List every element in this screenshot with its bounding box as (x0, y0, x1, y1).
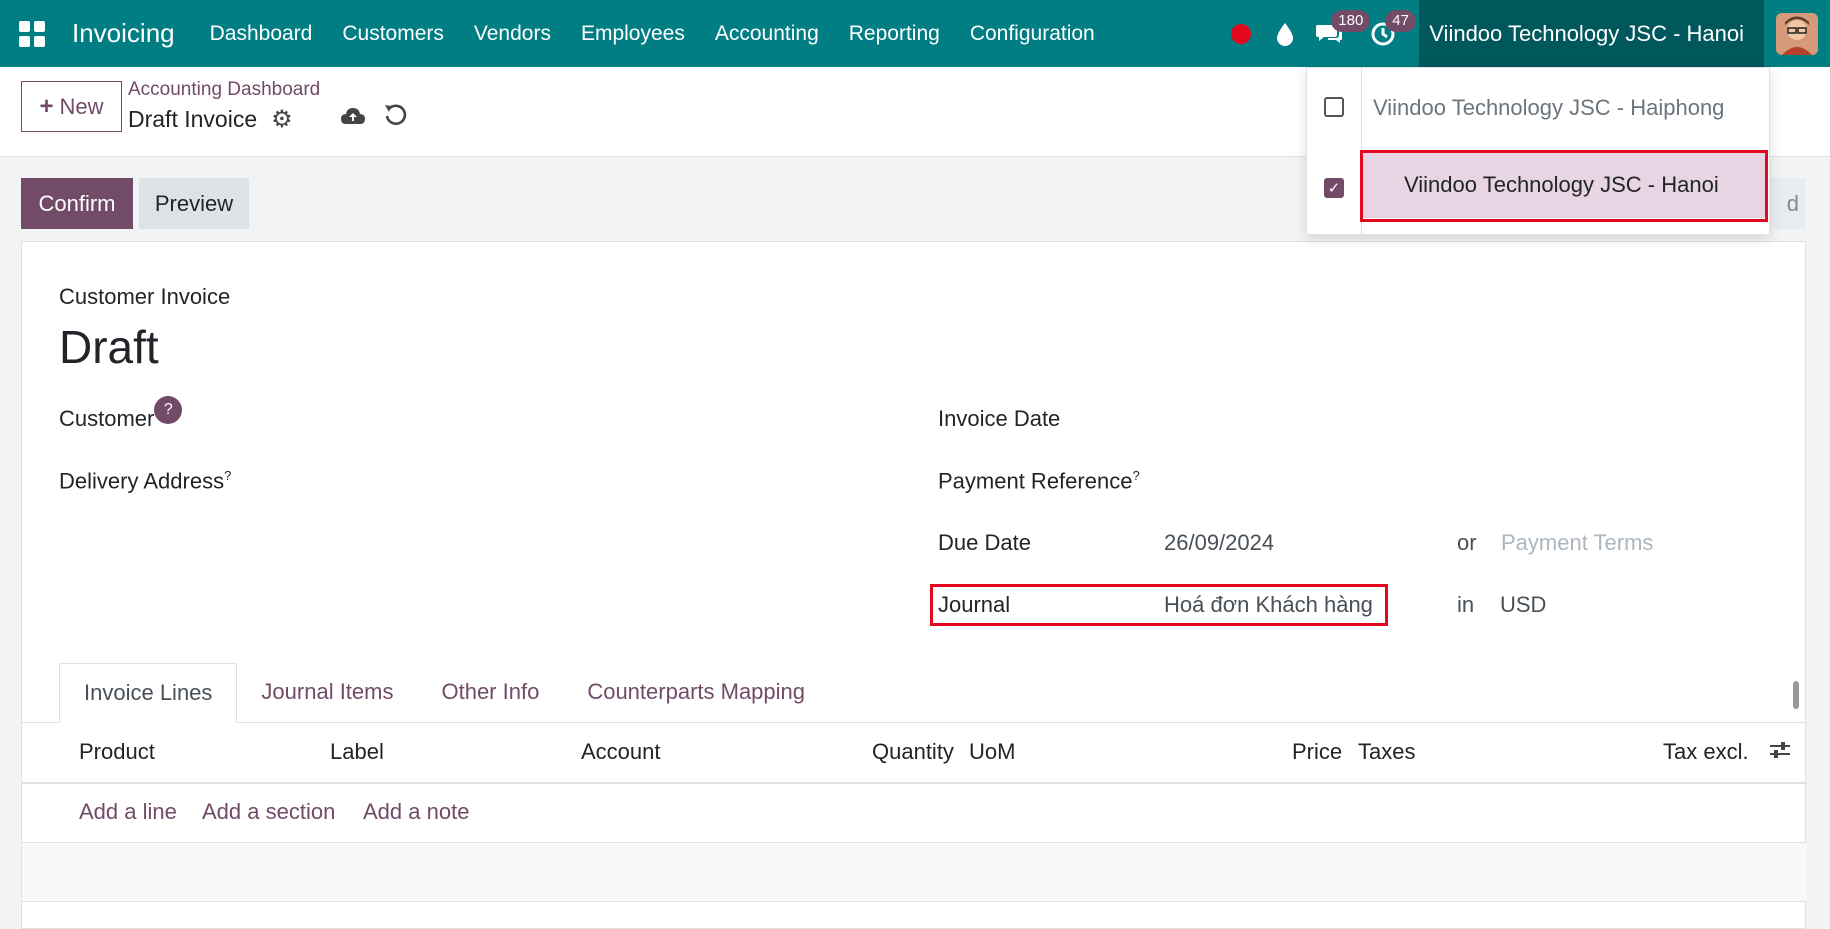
table-header-divider (22, 782, 1807, 784)
activities-clock-icon[interactable]: 47 (1361, 0, 1416, 67)
top-navbar: Invoicing Dashboard Customers Vendors Em… (0, 0, 1830, 67)
column-settings-icon[interactable] (1768, 739, 1792, 767)
payment-ref-text: Payment Reference (938, 468, 1133, 494)
company-hanoi-highlight-box (1360, 150, 1768, 222)
document-type: Customer Invoice (59, 284, 231, 309)
gear-icon[interactable]: ⚙ (271, 105, 293, 134)
status-button-partial[interactable]: d (1770, 178, 1805, 229)
due-date-input[interactable]: 26/09/2024 (1164, 530, 1274, 556)
journal-highlight-box (930, 584, 1388, 626)
recording-icon[interactable] (1219, 0, 1263, 67)
invoice-date-label: Invoice Date (938, 406, 1061, 431)
new-button-label: New (59, 93, 104, 119)
nav-configuration[interactable]: Configuration (955, 22, 1110, 46)
tab-other-info[interactable]: Other Info (417, 663, 563, 723)
nav-accounting[interactable]: Accounting (700, 22, 834, 46)
nav-vendors[interactable]: Vendors (459, 22, 566, 46)
column-tax-excl[interactable]: Tax excl. (1663, 739, 1749, 765)
column-taxes[interactable]: Taxes (1358, 739, 1415, 765)
add-section-link[interactable]: Add a section (202, 799, 335, 825)
user-avatar[interactable] (1776, 12, 1818, 55)
app-name[interactable]: Invoicing (72, 18, 175, 49)
save-cloud-icon[interactable] (340, 105, 366, 133)
record-title: Draft Invoice ⚙ (128, 105, 293, 134)
in-label: in (1457, 592, 1475, 617)
document-title: Draft (59, 321, 159, 373)
nav-reporting[interactable]: Reporting (834, 22, 955, 46)
due-date-label: Due Date (938, 530, 1031, 555)
company-item-haiphong[interactable]: Viindoo Technology JSC - Haiphong (1307, 73, 1771, 143)
messages-icon[interactable]: 180 (1307, 0, 1371, 67)
company-switcher[interactable]: Viindoo Technology JSC - Hanoi (1419, 0, 1764, 67)
activities-badge: 47 (1385, 10, 1416, 32)
help-icon[interactable]: ? (154, 396, 183, 424)
record-title-text: Draft Invoice (128, 106, 258, 132)
delivery-address-label: Delivery Address? (59, 468, 231, 494)
nav-customers[interactable]: Customers (327, 22, 459, 46)
delivery-help-icon[interactable]: ? (224, 468, 231, 483)
company-checkbox-hanoi[interactable]: ✓ (1324, 178, 1344, 198)
nav-dashboard[interactable]: Dashboard (195, 22, 328, 46)
or-label: or (1457, 530, 1477, 555)
apps-menu-icon[interactable] (0, 0, 64, 67)
form-sheet: Customer Invoice Draft Customer? Deliver… (21, 241, 1807, 929)
payment-terms-input[interactable]: Payment Terms (1501, 530, 1653, 556)
currency-input[interactable]: USD (1500, 592, 1546, 618)
column-product[interactable]: Product (79, 739, 155, 765)
discard-icon[interactable] (384, 103, 408, 134)
add-line-link[interactable]: Add a line (79, 799, 177, 825)
confirm-button[interactable]: Confirm (21, 178, 133, 229)
column-price[interactable]: Price (1292, 739, 1342, 765)
add-note-link[interactable]: Add a note (363, 799, 469, 825)
company-label-haiphong[interactable]: Viindoo Technology JSC - Haiphong (1373, 95, 1724, 121)
column-uom[interactable]: UoM (969, 739, 1015, 765)
tabs-scrollbar[interactable] (1788, 667, 1804, 721)
customer-label-text: Customer (59, 406, 155, 431)
preview-button[interactable]: Preview (139, 178, 249, 229)
column-label[interactable]: Label (330, 739, 384, 765)
systray: 180 47 Viindoo Technology JSC - Hanoi (1219, 0, 1830, 67)
payment-ref-help-icon[interactable]: ? (1132, 468, 1139, 483)
tab-journal-items[interactable]: Journal Items (237, 663, 417, 723)
table-empty-row (22, 843, 1807, 901)
company-dropdown: Viindoo Technology JSC - Haiphong Viindo… (1306, 67, 1771, 236)
tab-invoice-lines[interactable]: Invoice Lines (59, 663, 238, 723)
payment-reference-label: Payment Reference? (938, 468, 1140, 494)
drop-icon[interactable] (1263, 0, 1307, 67)
notebook-tabs: Invoice Lines Journal Items Other Info C… (59, 663, 829, 723)
tab-counterparts-mapping[interactable]: Counterparts Mapping (563, 663, 829, 723)
new-button[interactable]: + New (21, 81, 122, 132)
company-checkbox-haiphong[interactable] (1324, 97, 1344, 117)
customer-label: Customer? (59, 396, 183, 434)
nav-employees[interactable]: Employees (566, 22, 700, 46)
table-row-divider-2 (22, 901, 1807, 902)
breadcrumb-accounting-dashboard[interactable]: Accounting Dashboard (128, 79, 320, 101)
column-account[interactable]: Account (581, 739, 661, 765)
delivery-label-text: Delivery Address (59, 468, 225, 494)
column-quantity[interactable]: Quantity (872, 739, 954, 765)
plus-icon: + (39, 92, 54, 120)
